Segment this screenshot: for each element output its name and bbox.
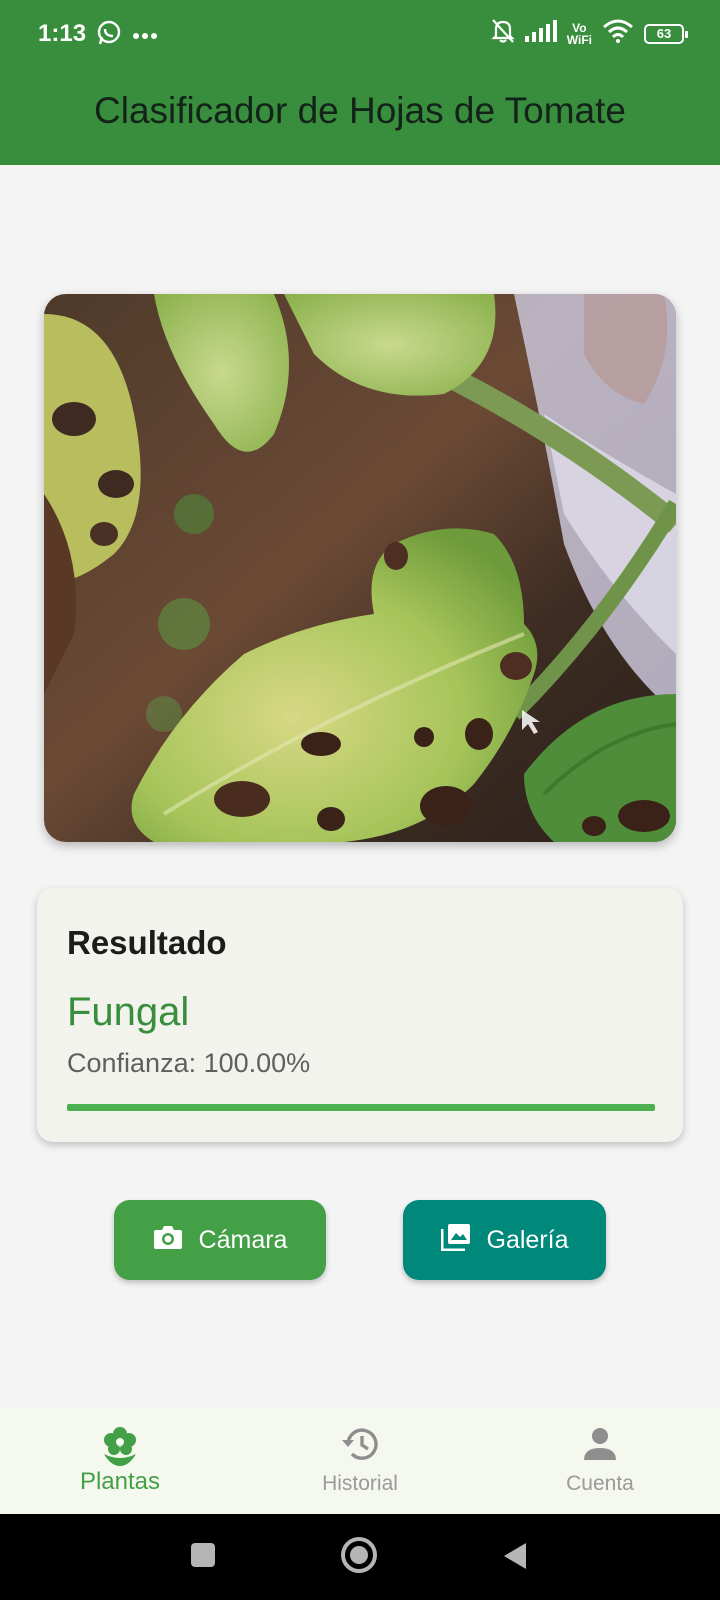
person-icon	[480, 1426, 720, 1462]
app-title: Clasificador de Hojas de Tomate	[94, 90, 626, 131]
camera-icon	[153, 1224, 183, 1257]
recents-button[interactable]	[190, 1542, 216, 1573]
confidence-progress-fill	[67, 1104, 655, 1111]
nav-label-cuenta: Cuenta	[566, 1472, 634, 1495]
vowifi-indicator: Vo WiFi	[567, 22, 592, 46]
result-class-label: Fungal	[67, 990, 190, 1034]
status-left-icons	[96, 20, 158, 51]
vowifi-bottom: WiFi	[566, 32, 592, 47]
system-navigation-bar	[0, 1514, 720, 1600]
wifi-icon	[602, 19, 634, 48]
leaf-photo	[44, 294, 676, 842]
gallery-icon	[440, 1223, 471, 1258]
nav-label-historial: Historial	[322, 1472, 398, 1495]
camera-button[interactable]: Cámara	[114, 1200, 326, 1280]
nav-item-cuenta[interactable]: Cuenta	[480, 1408, 720, 1514]
history-icon	[240, 1426, 480, 1462]
nav-item-plantas[interactable]: Plantas	[0, 1408, 240, 1514]
status-time: 1:13	[38, 20, 87, 47]
bell-off-icon	[491, 18, 515, 49]
gallery-button[interactable]: Galería	[403, 1200, 606, 1280]
more-notifications-icon	[132, 27, 158, 45]
nav-label-plantas: Plantas	[79, 1468, 161, 1495]
app-bar: Clasificador de Hojas de Tomate	[0, 70, 720, 165]
whatsapp-icon	[96, 20, 122, 51]
bottom-navigation: Plantas Historial Cuenta	[0, 1408, 720, 1514]
flower-icon	[0, 1426, 240, 1466]
camera-button-label: Cámara	[198, 1225, 288, 1254]
back-button[interactable]	[502, 1542, 528, 1575]
signal-icon	[524, 20, 557, 47]
status-bar: 1:13 Vo WiFi 63	[0, 0, 720, 70]
confidence-text: Confianza: 100.00%	[67, 1048, 311, 1078]
battery-indicator: 63	[644, 23, 688, 44]
vowifi-top: Vo	[572, 20, 587, 35]
status-right-icons: Vo WiFi 63	[491, 18, 688, 49]
confidence-progress-bar	[67, 1104, 655, 1111]
nav-item-historial[interactable]: Historial	[240, 1408, 480, 1514]
home-button[interactable]	[340, 1536, 378, 1579]
result-card: Resultado Fungal Confianza: 100.00%	[37, 888, 683, 1142]
result-heading: Resultado	[67, 924, 227, 961]
gallery-button-label: Galería	[486, 1225, 569, 1254]
